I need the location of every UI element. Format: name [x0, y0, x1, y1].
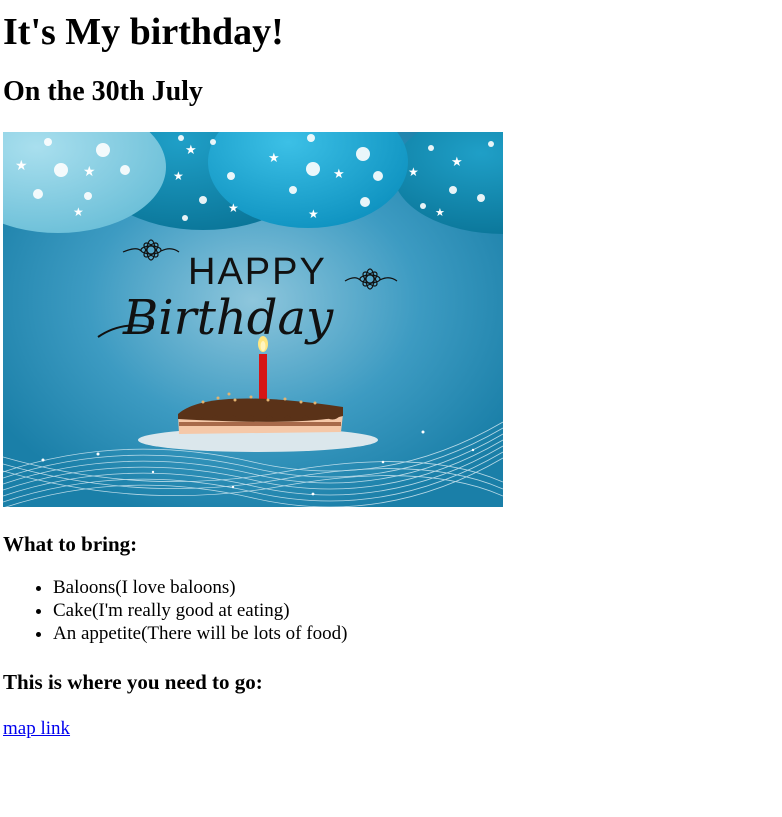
- list-item: Baloons(I love baloons): [53, 576, 779, 599]
- birthday-banner-image: ★ ★ ★ ★ ★ ★ ★ ★ ★ ★ ★ ★ HAPPY Birthday: [3, 132, 503, 507]
- list-item: Cake(I'm really good at eating): [53, 599, 779, 622]
- list-item: An appetite(There will be lots of food): [53, 622, 779, 645]
- date-heading: On the 30th July: [3, 76, 203, 107]
- svg-text:★: ★: [185, 143, 197, 158]
- bring-list: Baloons(I love baloons) Cake(I'm really …: [3, 576, 779, 645]
- svg-text:★: ★: [228, 201, 239, 215]
- page: It's My birthday! On the 30th July ★ ★ ★…: [0, 0, 782, 740]
- bring-heading: What to bring:: [3, 532, 138, 556]
- map-link-paragraph: map link: [3, 717, 779, 740]
- svg-text:★: ★: [333, 167, 345, 182]
- happy-text: HAPPY: [188, 251, 327, 293]
- svg-text:★: ★: [308, 207, 319, 221]
- birthday-text: Birthday: [122, 290, 334, 346]
- map-link[interactable]: map link: [3, 718, 70, 739]
- svg-text:★: ★: [268, 151, 280, 166]
- svg-text:★: ★: [83, 164, 96, 180]
- svg-text:★: ★: [15, 158, 28, 174]
- page-title: It's My birthday!: [3, 11, 284, 53]
- where-heading: This is where you need to go:: [3, 670, 263, 694]
- svg-text:★: ★: [73, 205, 84, 219]
- svg-text:★: ★: [435, 206, 445, 219]
- svg-text:★: ★: [408, 165, 419, 179]
- svg-text:★: ★: [173, 169, 184, 183]
- svg-text:★: ★: [451, 155, 463, 170]
- candle: [258, 336, 268, 402]
